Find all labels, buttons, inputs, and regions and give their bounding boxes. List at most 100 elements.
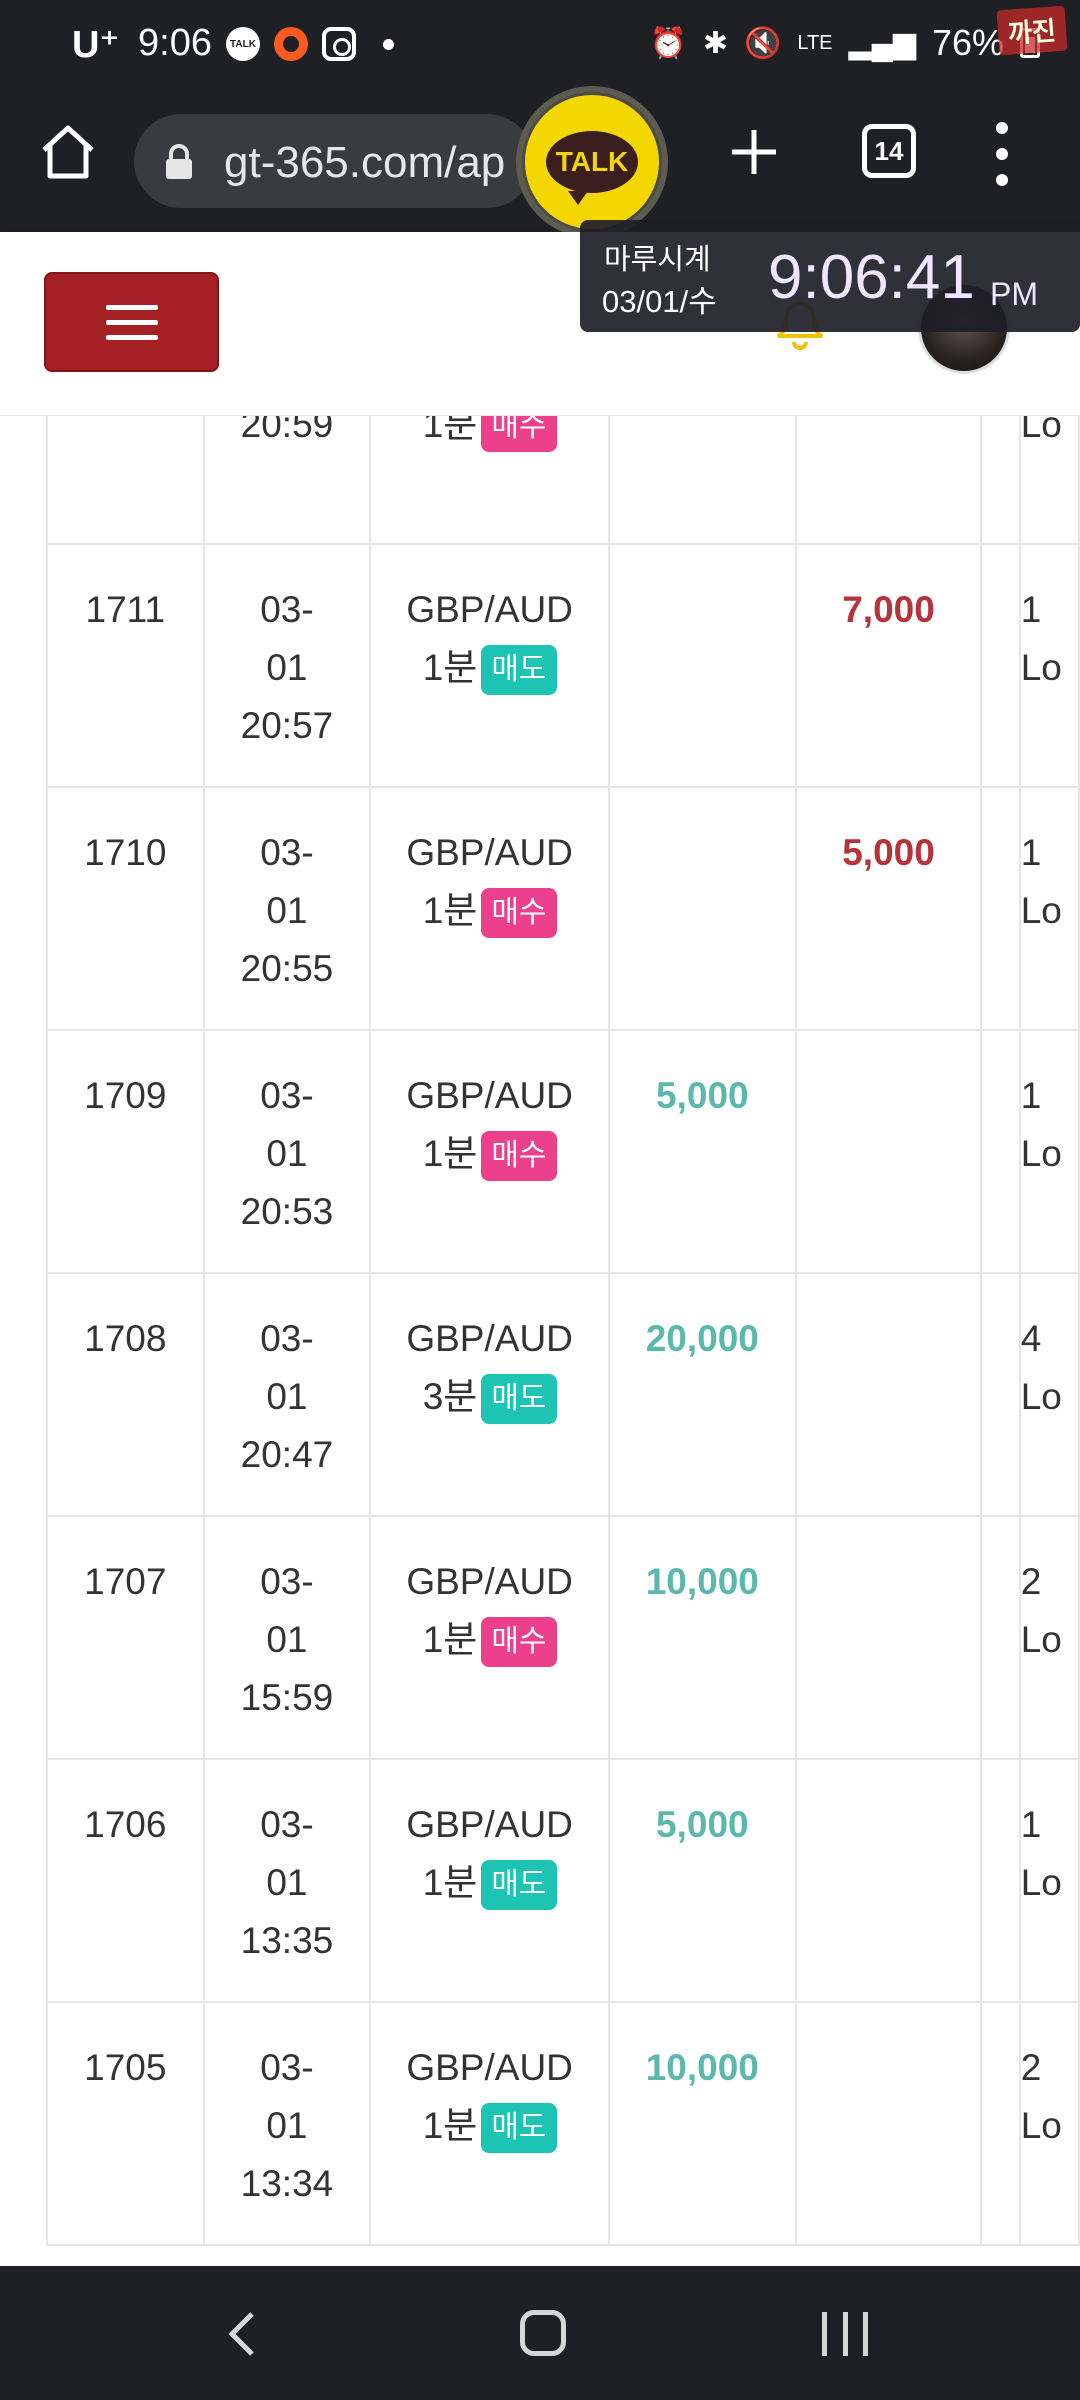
cell-loss (794, 1515, 983, 1760)
cell-pair: GBP/AUD (406, 589, 573, 630)
hamburger-menu-button[interactable] (44, 272, 219, 372)
lot-count: 4 (1020, 1318, 1042, 1359)
profit-amount: 20,000 (645, 1318, 759, 1359)
side-badge: 매수 (481, 888, 557, 939)
table-row[interactable]: 1710 03- 01 20:55 GBP/AUD 1분 매수 5,000 1 Lo (46, 786, 1080, 1031)
cell-interval: 1분 (422, 1619, 478, 1660)
table-row: 01 20:59 1분매수 Lo (46, 416, 1080, 545)
cell-id: 1705 (46, 2001, 205, 2246)
cell-profit: 10,000 (607, 2001, 797, 2246)
table-row[interactable]: 1711 03- 01 20:57 GBP/AUD 1분 매도 7,000 1 Lo (46, 543, 1080, 788)
tab-switcher-button[interactable]: 14 (862, 124, 916, 178)
cell-lots: 2 Lo (1018, 2001, 1080, 2246)
cell-lots: 1 Lo (1018, 1758, 1080, 2003)
more-notifications-dot-icon (383, 39, 394, 50)
cell-date-day: 01 (266, 1619, 308, 1660)
cell-loss (794, 1272, 983, 1517)
table-row[interactable]: 1706 03- 01 13:35 GBP/AUD 1분 매도 5,000 1 Lo (46, 1758, 1080, 2003)
cell-lots: 4 Lo (1018, 1272, 1080, 1517)
lot-count: 1 (1020, 589, 1042, 630)
loss-amount: 5,000 (842, 832, 935, 873)
cell-profit: 20,000 (607, 1272, 797, 1517)
clock-date: 03/01/수 (602, 284, 717, 319)
cell-datetime: 03- 01 15:59 (202, 1515, 372, 1760)
cell-date-month: 03- (260, 832, 314, 873)
cell-time: 13:35 (240, 1920, 334, 1961)
recents-icon[interactable] (822, 2312, 868, 2356)
cell-product: GBP/AUD 3분 매도 (369, 1272, 610, 1517)
cell-datetime: 03- 01 20:57 (202, 543, 372, 788)
table-row[interactable]: 1707 03- 01 15:59 GBP/AUD 1분 매수 10,000 2 Lo (46, 1515, 1080, 1760)
clock-ampm: PM (990, 276, 1038, 312)
lot-unit: Lo (1020, 1133, 1062, 1174)
trade-id: 1709 (84, 1075, 167, 1116)
url-text[interactable]: gt-365.com/ap (224, 138, 505, 188)
cell-date-day: 01 (266, 890, 308, 931)
trade-id: 1710 (84, 832, 167, 873)
cell-pair: GBP/AUD (406, 1804, 573, 1845)
browser-menu-icon[interactable] (984, 122, 1020, 186)
cell-loss (794, 416, 983, 545)
table-row[interactable]: 1705 03- 01 13:34 GBP/AUD 1분 매도 10,000 2 Lo (46, 2001, 1080, 2246)
cell-lots: 1 Lo (1018, 1029, 1080, 1274)
status-icons: ⏰ ✱ 🔇 LTE ▂▄▆ 76% (649, 22, 1040, 64)
status-bar: U⁺ 9:06 TALK ⏰ ✱ 🔇 LTE ▂▄▆ 76% 까진 (0, 0, 1080, 86)
table-row[interactable]: 1708 03- 01 20:47 GBP/AUD 3분 매도 20,000 4 Lo (46, 1272, 1080, 1517)
cell-profit (607, 543, 797, 788)
cell-id (46, 416, 205, 545)
signal-bars-icon: ▂▄▆ (848, 26, 916, 60)
cell-date-day: 01 (266, 647, 308, 688)
kakaotalk-floating-button[interactable]: TALK (516, 86, 668, 238)
cell-date-month: 03- (260, 1075, 314, 1116)
address-bar[interactable]: gt-365.com/ap (134, 114, 534, 208)
cell-datetime: 01 20:59 (202, 416, 372, 545)
browser-toolbar: gt-365.com/ap TALK 14 (0, 86, 1080, 238)
cell-interval: 1분 (422, 1862, 478, 1903)
cell-spacer (980, 416, 1021, 545)
lot-count: 2 (1020, 1561, 1042, 1602)
cell-interval: 3분 (422, 1376, 478, 1417)
cell-lots: 1 Lo (1018, 786, 1080, 1031)
profit-amount: 10,000 (645, 2047, 759, 2088)
instagram-notification-icon (322, 27, 356, 61)
home-nav-icon[interactable] (520, 2310, 566, 2356)
cell-interval: 1분 (422, 890, 478, 931)
cell-id: 1706 (46, 1758, 205, 2003)
floating-clock-widget[interactable]: 마루시계 03/01/수 9:06:41 PM (580, 220, 1080, 332)
trade-id: 1705 (84, 2047, 167, 2088)
cell-pair: GBP/AUD (406, 2047, 573, 2088)
cell-interval: 1분 (422, 416, 478, 445)
side-badge: 매수 (481, 1131, 557, 1182)
cell-time: 20:59 (240, 416, 334, 445)
lot-count: 1 (1020, 1804, 1042, 1845)
cell-lots: 1 Lo (1018, 543, 1080, 788)
cell-profit: 5,000 (607, 1758, 797, 2003)
table-row[interactable]: 1709 03- 01 20:53 GBP/AUD 1분 매수 5,000 1 Lo (46, 1029, 1080, 1274)
cell-pair: GBP/AUD (406, 1561, 573, 1602)
home-icon[interactable] (36, 120, 100, 184)
clock-app-name: 마루시계 (604, 244, 711, 276)
cell-profit: 5,000 (607, 1029, 797, 1274)
cell-date-month: 03- (260, 2047, 314, 2088)
cell-date-day: 01 (266, 1376, 308, 1417)
new-tab-icon[interactable] (722, 120, 786, 184)
side-badge: 매도 (481, 1374, 557, 1425)
cell-id: 1711 (46, 543, 205, 788)
trade-history-table-container[interactable]: 01 20:59 1분매수 Lo 171103-0120:57GBP/AUD1분… (0, 416, 1080, 2266)
clock-time: 9:06:41 (768, 243, 975, 312)
cell-id: 1710 (46, 786, 205, 1031)
side-badge: 매수 (481, 416, 557, 453)
trade-id: 1708 (84, 1318, 167, 1359)
battery-percent: 76% (931, 22, 1004, 63)
cell-interval: 1분 (422, 647, 478, 688)
cell-datetime: 03- 01 13:35 (202, 1758, 372, 2003)
cell-date-day: 01 (266, 2105, 308, 2146)
profit-amount: 10,000 (645, 1561, 759, 1602)
cell-loss: 5,000 (794, 786, 983, 1031)
cell-pair: GBP/AUD (406, 832, 573, 873)
lot-unit: Lo (1020, 2105, 1062, 2146)
profit-amount: 5,000 (656, 1075, 749, 1116)
recording-notification-icon (274, 27, 308, 61)
back-icon[interactable] (222, 2310, 262, 2358)
side-badge: 매수 (481, 1617, 557, 1668)
